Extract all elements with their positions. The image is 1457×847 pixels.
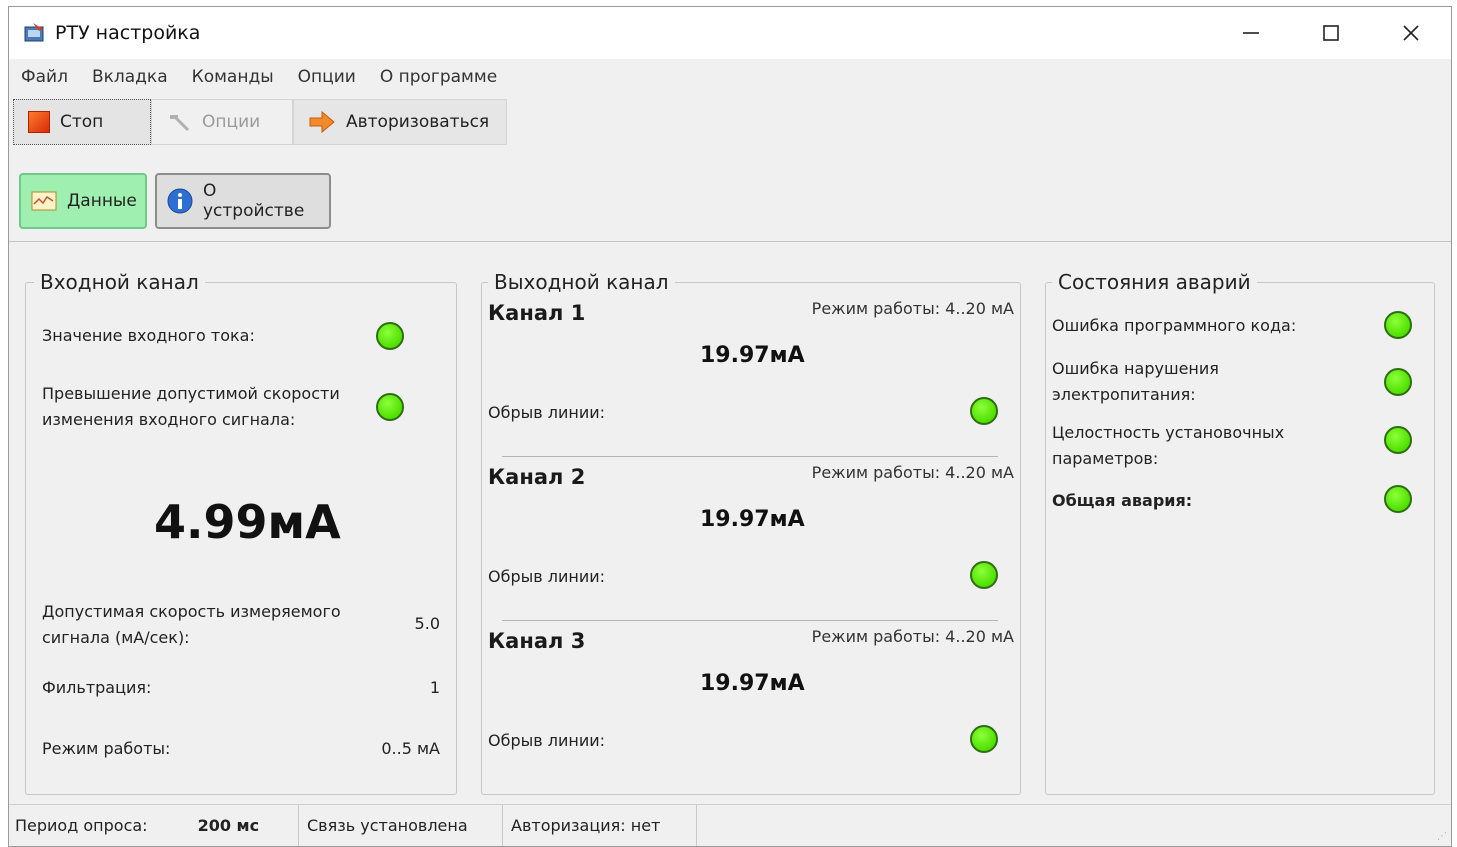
allowed-rate-label-line2: сигнала (мА/сек): <box>42 628 190 647</box>
toolbar: Стоп Опции Авторизоваться <box>13 99 507 147</box>
status-authorization: Авторизация: нет <box>503 805 697 846</box>
channel-3-mode: Режим работы: 4..20 мА <box>811 627 1014 646</box>
tab-data-label: Данные <box>67 191 137 211</box>
channel-separator <box>502 456 998 457</box>
channel-1-title: Канал 1 <box>488 301 586 325</box>
output-channel-group: Выходной канал Канал 1 Режим работы: 4..… <box>481 269 1021 795</box>
resize-grip-icon[interactable]: ⋰ <box>1437 831 1447 842</box>
general-alarm-label: Общая авария: <box>1052 491 1193 510</box>
integrity-label-line2: параметров: <box>1052 449 1159 468</box>
code-error-label: Ошибка программного кода: <box>1052 316 1297 335</box>
integrity-label-line1: Целостность установочных <box>1052 423 1285 442</box>
channel-2-value: 19.97мА <box>700 507 805 532</box>
menu-options[interactable]: Опции <box>286 67 368 87</box>
filter-label: Фильтрация: <box>42 678 152 697</box>
channel-separator <box>502 620 998 621</box>
channel-3-break-indicator <box>970 725 998 753</box>
rate-exceed-indicator <box>376 393 404 421</box>
hammer-icon <box>166 111 192 133</box>
close-button[interactable] <box>1381 15 1441 51</box>
channel-1-mode: Режим работы: 4..20 мА <box>811 299 1014 318</box>
code-error-indicator <box>1384 311 1412 339</box>
input-mode-value: 0..5 мА <box>381 739 440 758</box>
channel-1-break-indicator <box>970 397 998 425</box>
channel-1-value: 19.97мА <box>700 343 805 368</box>
channel-2-mode: Режим работы: 4..20 мА <box>811 463 1014 482</box>
tab-device[interactable]: О устройстве <box>155 173 331 229</box>
menu-file[interactable]: Файл <box>9 67 80 87</box>
connection-status: Связь установлена <box>307 816 468 835</box>
integrity-indicator <box>1384 426 1412 454</box>
stop-button-label: Стоп <box>60 112 104 132</box>
options-button-label: Опции <box>202 112 261 132</box>
chart-icon <box>31 191 57 211</box>
channel-3-title: Канал 3 <box>488 629 586 653</box>
minimize-button[interactable] <box>1221 15 1281 51</box>
allowed-rate-label-line1: Допустимая скорость измеряемого <box>42 602 341 621</box>
tab-device-label: О устройстве <box>203 181 305 221</box>
poll-period-label: Период опроса: <box>15 816 148 835</box>
tab-data[interactable]: Данные <box>19 173 147 229</box>
authorization-status: Авторизация: нет <box>511 816 661 835</box>
menu-about[interactable]: О программе <box>368 67 509 87</box>
options-button[interactable]: Опции <box>151 99 293 145</box>
rate-exceed-label-line1: Превышение допустимой скорости <box>42 384 340 403</box>
allowed-rate-value: 5.0 <box>414 614 440 633</box>
power-error-indicator <box>1384 368 1412 396</box>
input-current-label: Значение входного тока: <box>42 326 255 345</box>
status-bar: Период опроса: 200 мс Связь установлена … <box>9 804 1451 846</box>
power-error-label-line1: Ошибка нарушения <box>1052 359 1219 378</box>
channel-2-break-indicator <box>970 561 998 589</box>
window-title: РТУ настройка <box>55 22 201 44</box>
maximize-button[interactable] <box>1301 15 1361 51</box>
data-panel: Входной канал Значение входного тока: Пр… <box>9 241 1451 804</box>
tab-bar: Данные О устройстве <box>19 173 339 229</box>
app-window: РТУ настройка Файл Вкладка Команды Опции… <box>8 6 1452 847</box>
poll-period-value: 200 мс <box>197 816 260 835</box>
input-current-value: 4.99мА <box>154 495 341 549</box>
status-period: Период опроса: 200 мс <box>9 805 299 846</box>
app-icon <box>23 21 47 43</box>
menu-tab[interactable]: Вкладка <box>80 67 180 87</box>
menu-bar: Файл Вкладка Команды Опции О программе <box>9 59 1451 95</box>
channel-3-value: 19.97мА <box>700 671 805 696</box>
title-bar: РТУ настройка <box>9 7 1451 59</box>
stop-button[interactable]: Стоп <box>13 99 151 145</box>
channel-3-break-label: Обрыв линии: <box>488 731 606 750</box>
alarm-states-group: Состояния аварий Ошибка программного код… <box>1045 269 1435 795</box>
input-current-indicator <box>376 322 404 350</box>
status-connection: Связь установлена <box>299 805 503 846</box>
general-alarm-indicator <box>1384 485 1412 513</box>
output-channel-title: Выходной канал <box>488 269 675 295</box>
stop-icon <box>28 111 50 133</box>
power-error-label-line2: электропитания: <box>1052 385 1196 404</box>
authorize-button-label: Авторизоваться <box>346 112 490 132</box>
menu-commands[interactable]: Команды <box>180 67 286 87</box>
channel-2-break-label: Обрыв линии: <box>488 567 606 586</box>
channel-2-title: Канал 2 <box>488 465 586 489</box>
alarm-states-title: Состояния аварий <box>1052 269 1257 295</box>
input-mode-label: Режим работы: <box>42 739 171 758</box>
input-channel-group: Входной канал Значение входного тока: Пр… <box>25 269 457 795</box>
arrow-right-icon <box>308 110 336 134</box>
filter-value: 1 <box>429 678 440 697</box>
input-channel-title: Входной канал <box>34 269 205 295</box>
info-icon <box>167 188 193 214</box>
authorize-button[interactable]: Авторизоваться <box>293 99 507 145</box>
channel-1-break-label: Обрыв линии: <box>488 403 606 422</box>
rate-exceed-label-line2: изменения входного сигнала: <box>42 410 296 429</box>
